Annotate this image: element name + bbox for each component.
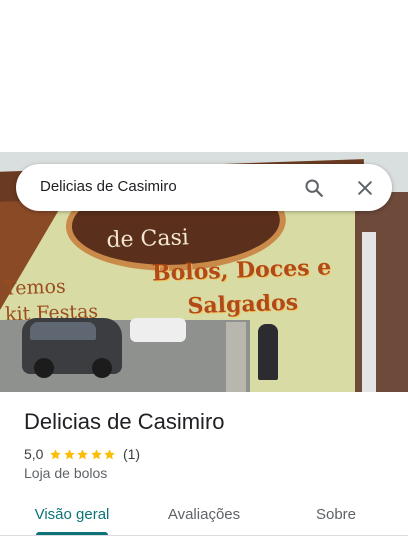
place-title: Delicias de Casimiro: [24, 409, 225, 434]
sign-products-line-1: Bolos, Doces e: [151, 254, 332, 287]
place-tabs: Visão geral Avaliações Sobre: [0, 494, 408, 538]
clear-search-button[interactable]: [349, 172, 381, 204]
tab-label: Visão geral: [34, 505, 110, 523]
sign-line-1: Temos: [3, 275, 67, 300]
star-icon: [64, 448, 75, 459]
sign-products-text: Bolos, Doces e Salgados: [143, 250, 341, 325]
photo-building-column: [362, 232, 376, 392]
tabs-divider: [0, 535, 408, 536]
star-icon: [50, 448, 62, 459]
star-icon: [77, 448, 89, 459]
rating-row[interactable]: 5,0 (1): [24, 445, 140, 463]
tab-overview[interactable]: Visão geral: [24, 494, 120, 534]
top-blank-area: [0, 0, 408, 152]
star-rating: [49, 448, 117, 461]
tab-about[interactable]: Sobre: [296, 494, 376, 534]
photo-person: [258, 324, 278, 380]
photo-second-car: [130, 318, 186, 342]
star-icon: [104, 448, 116, 459]
tab-label: Avaliações: [167, 505, 241, 523]
search-query-text[interactable]: Delicias de Casimiro: [40, 178, 177, 195]
sign-logo-text: de Casi: [106, 225, 190, 254]
tab-label: Sobre: [315, 505, 357, 523]
tab-reviews[interactable]: Avaliações: [156, 494, 252, 534]
search-icon: [305, 179, 323, 197]
photo-car-wheel: [92, 358, 112, 378]
place-category[interactable]: Loja de bolos: [24, 465, 107, 481]
close-icon: [358, 181, 372, 195]
search-bar[interactable]: Delicias de Casimiro: [16, 164, 392, 211]
review-count: (1): [122, 446, 141, 462]
rating-value: 5,0: [24, 446, 44, 462]
photo-pole: [226, 322, 246, 392]
search-button[interactable]: [298, 172, 330, 204]
photo-car-window: [30, 322, 96, 340]
star-icon: [91, 448, 102, 459]
photo-car-wheel: [34, 358, 54, 378]
